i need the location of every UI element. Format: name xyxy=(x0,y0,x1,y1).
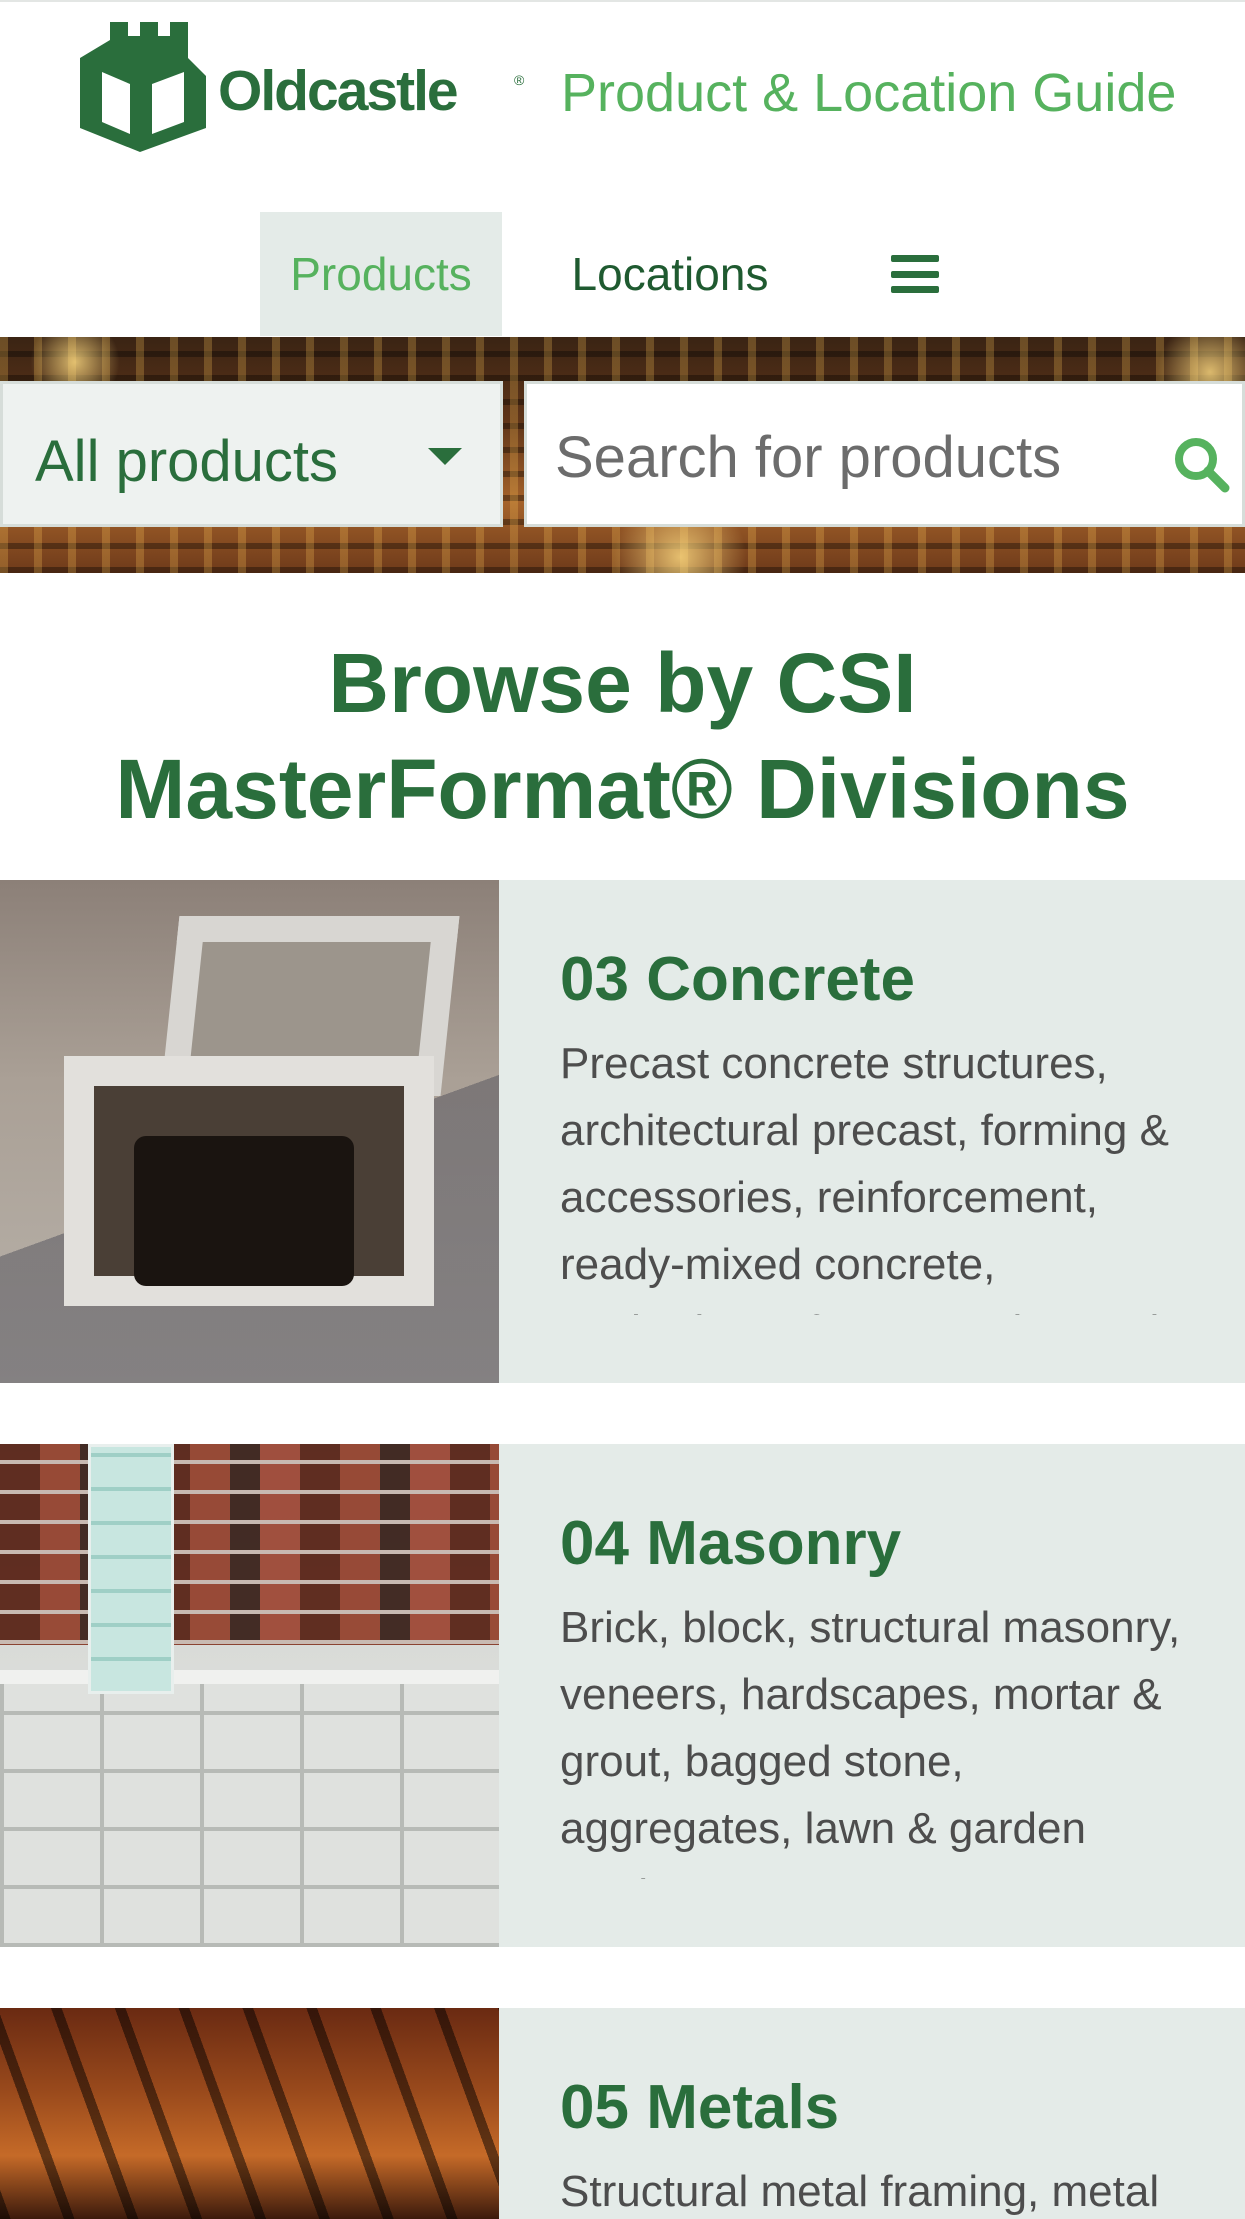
division-title[interactable]: 03 Concrete xyxy=(560,944,915,1015)
division-description: Precast concrete structures, architectur… xyxy=(560,1039,1169,1315)
division-description: Structural metal framing, metal xyxy=(560,2167,1160,2216)
caret-down-icon xyxy=(428,448,462,465)
division-description: Brick, block, structural masonry, veneer… xyxy=(560,1603,1181,1879)
registered-mark: ® xyxy=(514,72,525,88)
nav-tab-locations[interactable]: Locations xyxy=(540,212,800,336)
brand-logo-text[interactable]: Oldcastle xyxy=(218,58,459,124)
menu-button[interactable] xyxy=(870,212,960,336)
division-card-concrete[interactable]: 03 Concrete Precast concrete structures,… xyxy=(0,880,1245,1383)
castle-logo-icon[interactable] xyxy=(80,22,206,152)
hero-banner: All products xyxy=(0,337,1245,573)
metals-image xyxy=(0,2008,499,2219)
search-field[interactable] xyxy=(524,381,1245,527)
site-header: Oldcastle ® Product & Location Guide xyxy=(0,0,1245,180)
main-nav: Products Locations xyxy=(0,212,1245,336)
masonry-image xyxy=(0,1444,499,1947)
hamburger-menu-icon xyxy=(891,255,939,293)
browse-heading-line2: MasterFormat® Divisions xyxy=(115,742,1130,836)
browse-heading-line1: Browse by CSI xyxy=(328,636,917,730)
page-title: Product & Location Guide xyxy=(561,63,1177,123)
category-select[interactable]: All products xyxy=(0,381,503,527)
nav-tab-products[interactable]: Products xyxy=(260,212,502,336)
division-title[interactable]: 05 Metals xyxy=(560,2072,839,2143)
division-card-masonry[interactable]: 04 Masonry Brick, block, structural maso… xyxy=(0,1444,1245,1947)
category-select-value: All products xyxy=(35,429,339,494)
concrete-image xyxy=(0,880,499,1383)
search-input[interactable] xyxy=(555,414,1115,500)
browse-heading: Browse by CSI MasterFormat® Divisions xyxy=(0,630,1245,842)
division-card-metals[interactable]: 05 Metals Structural metal framing, meta… xyxy=(0,2008,1245,2219)
division-title[interactable]: 04 Masonry xyxy=(560,1508,901,1579)
search-icon[interactable] xyxy=(1171,434,1231,494)
